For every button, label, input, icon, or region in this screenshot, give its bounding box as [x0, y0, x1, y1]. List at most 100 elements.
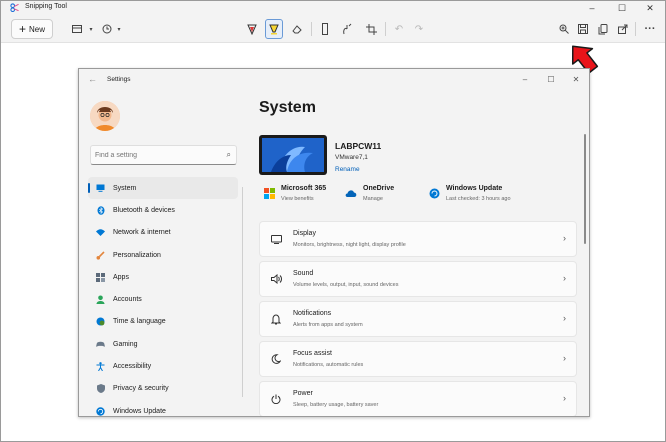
ruler-icon	[322, 23, 328, 35]
more-options-button[interactable]: ···	[641, 20, 659, 38]
close-button[interactable]: ✕	[635, 1, 665, 15]
settings-maximize-button[interactable]: ☐	[541, 72, 561, 86]
bell-icon	[270, 313, 282, 325]
ballpoint-pen-button[interactable]	[244, 20, 260, 38]
display-icon	[270, 233, 282, 245]
highlighter-icon	[269, 24, 279, 35]
onedrive-icon	[345, 187, 357, 199]
microsoft-365-icon	[263, 187, 275, 199]
touch-writing-button[interactable]	[339, 20, 355, 38]
touch-writing-icon	[343, 23, 352, 35]
sidebar-item-time-language[interactable]: Time & language	[88, 311, 238, 333]
delay-dropdown-icon[interactable]: ▾	[115, 20, 123, 38]
device-wallpaper-thumbnail	[259, 135, 327, 175]
redo-button[interactable]: ↷	[411, 20, 427, 38]
app-title: Snipping Tool	[25, 3, 67, 10]
eraser-icon	[292, 25, 302, 34]
sidebar-item-privacy-security[interactable]: Privacy & security	[88, 378, 238, 400]
windows-update-icon	[428, 187, 440, 199]
zoom-in-icon	[559, 24, 569, 34]
power-icon	[270, 393, 282, 405]
brush-icon	[96, 250, 105, 260]
settings-cards: Display Monitors, brightness, night ligh…	[259, 221, 577, 416]
minimize-button[interactable]: –	[577, 1, 607, 15]
rename-link[interactable]: Rename	[335, 166, 360, 173]
windows-bloom-wallpaper	[262, 138, 324, 172]
settings-minimize-button[interactable]: –	[515, 72, 535, 86]
page-title: System	[259, 99, 316, 116]
settings-titlebar: ← Settings – ☐ ✕	[79, 69, 589, 89]
monitor-icon	[96, 184, 105, 193]
settings-close-button[interactable]: ✕	[566, 72, 586, 86]
snip-mode-button[interactable]	[67, 20, 87, 38]
share-button[interactable]	[615, 20, 631, 38]
snip-mode-dropdown-icon[interactable]: ▾	[87, 20, 95, 38]
card-display[interactable]: Display Monitors, brightness, night ligh…	[259, 221, 577, 257]
sidebar-item-bluetooth[interactable]: Bluetooth & devices	[88, 199, 238, 221]
chevron-right-icon: ›	[563, 273, 566, 283]
redo-icon: ↷	[414, 23, 424, 35]
bluetooth-icon	[96, 206, 105, 215]
card-sound[interactable]: Sound Volume levels, output, input, soun…	[259, 261, 577, 297]
search-icon: ⌕	[226, 150, 231, 159]
search-input[interactable]	[95, 149, 215, 162]
undo-button[interactable]: ↶	[391, 20, 407, 38]
sidebar-item-apps[interactable]: Apps	[88, 266, 238, 288]
content-scrollbar[interactable]	[584, 134, 586, 244]
sidebar-item-accessibility[interactable]: Accessibility	[88, 355, 238, 377]
toolbar-divider	[385, 22, 386, 36]
device-model: VMware7,1	[335, 154, 368, 161]
chevron-right-icon: ›	[563, 393, 566, 403]
wifi-icon	[96, 228, 105, 237]
ellipsis-icon: ···	[644, 23, 656, 35]
nav-divider	[242, 187, 243, 397]
sidebar-item-system[interactable]: System	[88, 177, 238, 200]
person-icon	[96, 295, 105, 305]
eraser-button[interactable]	[289, 20, 305, 38]
sidebar-item-personalization[interactable]: Personalization	[88, 244, 238, 266]
card-focus-assist[interactable]: Focus assist Notifications, automatic ru…	[259, 341, 577, 377]
settings-title: Settings	[107, 76, 131, 83]
ruler-button[interactable]	[317, 20, 333, 38]
toolbar-divider	[635, 22, 636, 36]
clock-icon	[102, 24, 112, 34]
snipping-tool-icon	[10, 3, 19, 12]
chevron-right-icon: ›	[563, 313, 566, 323]
sidebar-item-network[interactable]: Network & internet	[88, 222, 238, 244]
card-power[interactable]: Power Sleep, battery usage, battery save…	[259, 381, 577, 416]
maximize-button[interactable]: ☐	[607, 1, 637, 15]
back-arrow-icon[interactable]: ←	[88, 74, 97, 84]
screenshot-frame: Snipping Tool – ☐ ✕ + New ▾ ▾ ↶ ↷ ··· ← …	[0, 0, 666, 442]
delay-button[interactable]	[99, 20, 115, 38]
apps-icon	[96, 272, 105, 282]
crop-icon	[365, 23, 377, 35]
moon-icon	[270, 353, 282, 365]
copy-icon	[598, 23, 608, 34]
highlighter-button[interactable]	[265, 19, 283, 39]
toolbar-divider	[311, 22, 312, 36]
rectangle-snip-icon	[72, 25, 82, 33]
share-icon	[618, 24, 628, 34]
copy-button[interactable]	[595, 20, 611, 38]
new-snip-button[interactable]: + New	[11, 19, 53, 39]
card-notifications[interactable]: Notifications Alerts from apps and syste…	[259, 301, 577, 337]
update-icon	[96, 406, 105, 416]
accessibility-icon	[96, 362, 105, 372]
avatar[interactable]	[90, 101, 120, 131]
settings-search[interactable]: ⌕	[90, 145, 237, 165]
chevron-right-icon: ›	[563, 233, 566, 243]
sidebar-item-gaming[interactable]: Gaming	[88, 333, 238, 355]
snipping-tool-titlebar: Snipping Tool – ☐ ✕	[1, 1, 665, 15]
device-name: LABPCW11	[335, 141, 382, 151]
quick-link-windows-update[interactable]: Windows Update Last checked: 3 hours ago	[428, 185, 511, 202]
zoom-button[interactable]	[556, 20, 572, 38]
crop-button[interactable]	[363, 20, 379, 38]
sidebar-item-windows-update[interactable]: Windows Update	[88, 400, 238, 416]
sidebar-item-accounts[interactable]: Accounts	[88, 288, 238, 310]
save-button[interactable]	[575, 20, 591, 38]
quick-link-microsoft-365[interactable]: Microsoft 365 View benefits	[263, 185, 326, 202]
save-icon	[578, 24, 588, 34]
quick-link-onedrive[interactable]: OneDrive Manage	[345, 185, 394, 202]
settings-window: ← Settings – ☐ ✕ ⌕ System	[78, 68, 590, 417]
undo-icon: ↶	[394, 23, 404, 35]
